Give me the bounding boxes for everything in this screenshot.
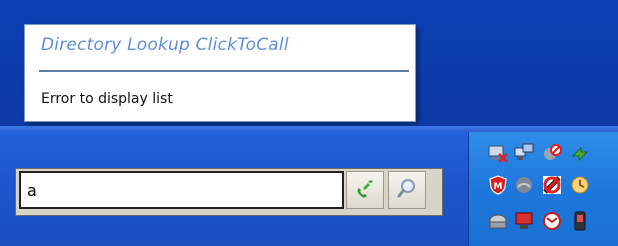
green-arrows-icon[interactable] <box>569 142 591 164</box>
shield-prohibited-icon[interactable] <box>541 142 563 164</box>
gmail-icon[interactable] <box>541 210 563 232</box>
network-computer-icon[interactable] <box>513 142 535 164</box>
call-button[interactable] <box>346 171 384 209</box>
phone-handset-icon <box>354 177 376 203</box>
magnifier-icon <box>396 177 418 203</box>
drive-icon[interactable] <box>487 210 509 232</box>
system-tray: M <box>468 132 618 246</box>
gray-shield-icon[interactable] <box>513 174 535 196</box>
computer-red-icon[interactable] <box>513 210 535 232</box>
mcafee-shield-icon[interactable]: M <box>487 174 509 196</box>
popup-message: Error to display list <box>41 91 173 107</box>
popup-divider <box>39 70 409 72</box>
popup-title: Directory Lookup ClickToCall <box>41 35 289 55</box>
signal-blocked-icon[interactable] <box>541 174 563 196</box>
clock-orange-icon[interactable] <box>569 174 591 196</box>
search-button[interactable] <box>388 171 426 209</box>
phone-device-icon[interactable] <box>569 210 591 232</box>
search-input[interactable]: a <box>19 171 344 209</box>
svg-text:M: M <box>494 182 503 192</box>
network-muted-icon[interactable] <box>487 142 509 164</box>
clicktocall-popup: Directory Lookup ClickToCall Error to di… <box>24 24 416 122</box>
